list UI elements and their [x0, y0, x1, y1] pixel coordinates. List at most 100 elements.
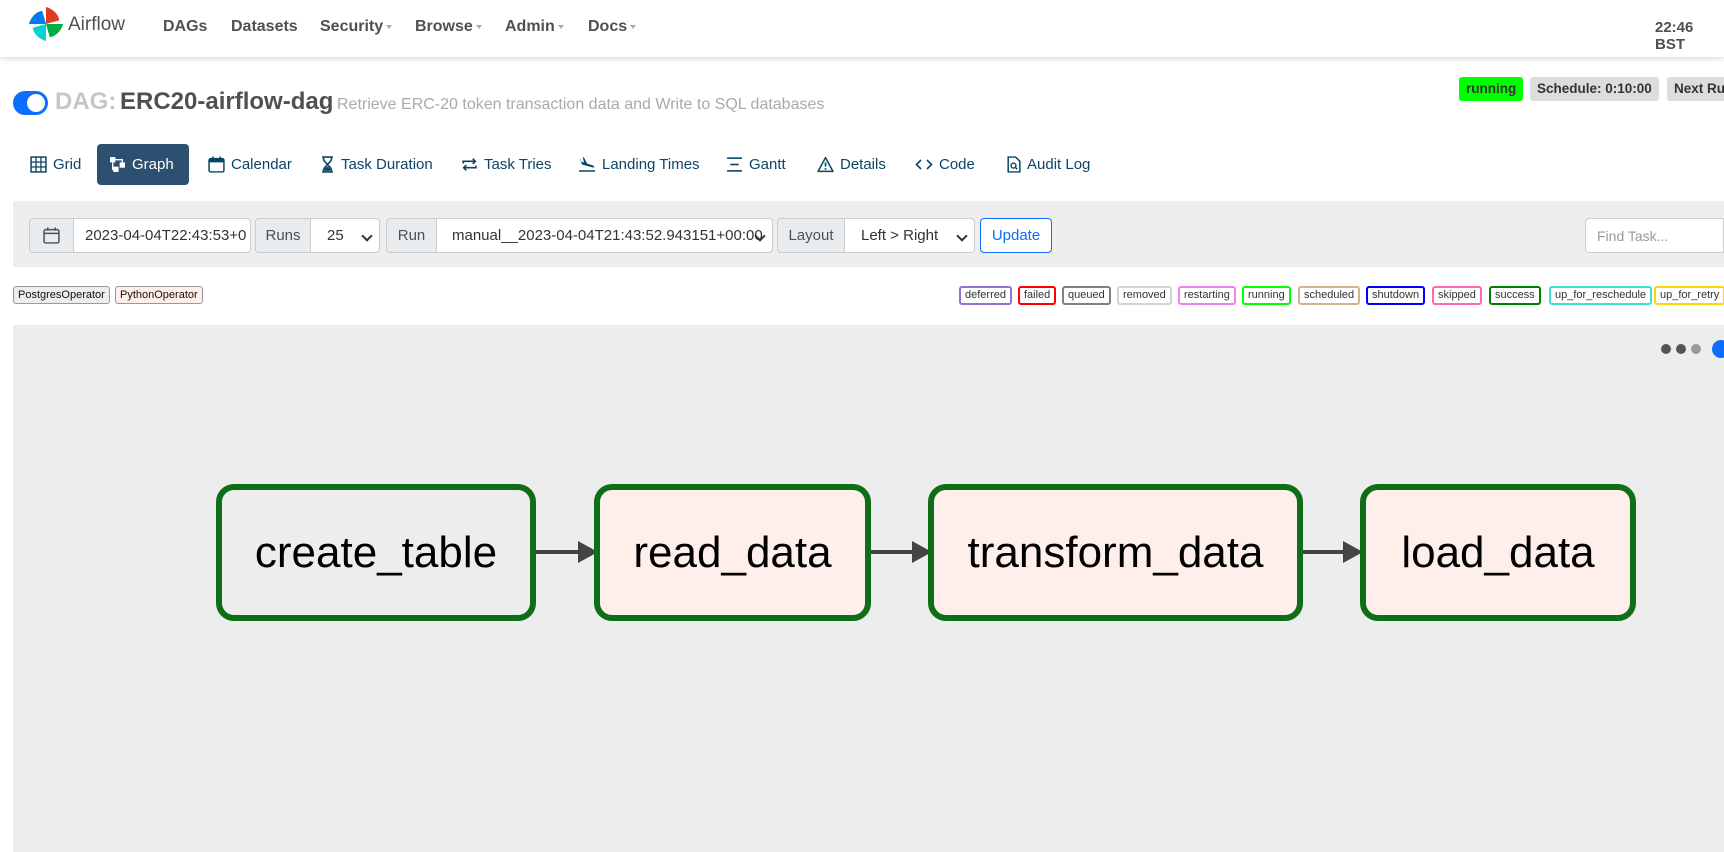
tab-details-label: Details [840, 156, 886, 173]
tab-audit-log[interactable]: Audit Log [994, 144, 1102, 185]
calendar-icon [43, 227, 60, 244]
nav-dags[interactable]: DAGs [163, 18, 207, 36]
chevron-down-icon [956, 230, 968, 242]
auto-refresh-indicator-icon[interactable] [1712, 340, 1724, 358]
brand-name[interactable]: Airflow [68, 14, 125, 36]
edge-create-table-read-data [534, 550, 580, 554]
chevron-down-icon [386, 24, 393, 29]
nav-docs-label: Docs [588, 18, 628, 35]
tab-task-duration[interactable]: Task Duration [308, 144, 445, 185]
task-node-load-data[interactable]: load_data [1360, 484, 1636, 621]
runs-select-value: 25 [327, 227, 344, 244]
nav-security-label: Security [320, 18, 384, 35]
task-node-label: read_data [633, 527, 832, 577]
state-legend-queued[interactable]: queued [1062, 286, 1111, 305]
tab-landing-times[interactable]: Landing Times [566, 144, 712, 185]
tab-calendar-label: Calendar [231, 156, 292, 173]
task-node-read-data[interactable]: read_data [594, 484, 871, 621]
task-node-label: transform_data [967, 527, 1264, 577]
nav-datasets[interactable]: Datasets [231, 18, 298, 36]
tab-grid[interactable]: Grid [18, 144, 93, 185]
layout-select[interactable]: Left > Right [844, 218, 975, 253]
warning-triangle-icon [817, 156, 834, 173]
operator-legend-postgres: PostgresOperator [13, 286, 110, 304]
graph-icon [110, 157, 125, 172]
tab-audit-log-label: Audit Log [1027, 156, 1091, 173]
task-node-label: create_table [254, 527, 498, 577]
state-legend-success[interactable]: success [1489, 286, 1541, 305]
base-date-input[interactable]: 2023-04-04T22:43:53+0 [73, 218, 251, 253]
tab-task-duration-label: Task Duration [341, 156, 433, 173]
tab-code[interactable]: Code [903, 144, 987, 185]
state-legend-shutdown[interactable]: shutdown [1366, 286, 1426, 305]
chevron-down-icon [557, 24, 564, 29]
state-legend-up-for-reschedule[interactable]: up_for_reschedule [1549, 286, 1653, 305]
top-navbar: Airflow DAGs Datasets Security Browse Ad… [0, 0, 1724, 57]
chevron-down-icon [361, 230, 373, 242]
grid-icon [30, 156, 47, 173]
edge-read-data-transform-data [869, 550, 914, 554]
clock[interactable]: 22:46 BST [1655, 19, 1724, 53]
tab-grid-label: Grid [53, 156, 82, 173]
layout-select-value: Left > Right [861, 227, 939, 244]
calendar-icon [208, 156, 225, 173]
loading-dot-icon [1691, 344, 1701, 354]
state-legend-scheduled[interactable]: scheduled [1298, 286, 1361, 305]
nav-security[interactable]: Security [320, 18, 393, 36]
code-icon [915, 159, 933, 170]
gantt-icon [727, 157, 742, 172]
nav-docs[interactable]: Docs [588, 18, 637, 36]
airflow-logo-icon[interactable] [27, 5, 65, 43]
tab-calendar[interactable]: Calendar [196, 144, 304, 185]
run-select-value: manual__2023-04-04T21:43:52.943151+00:00 [452, 227, 763, 244]
state-legend-running[interactable]: running [1242, 286, 1291, 305]
state-legend-deferred[interactable]: deferred [959, 286, 1012, 305]
run-select[interactable]: manual__2023-04-04T21:43:52.943151+00:00 [436, 218, 773, 253]
nav-admin-label: Admin [505, 18, 555, 35]
dag-description: Retrieve ERC-20 token transaction data a… [337, 96, 825, 113]
chevron-down-icon [475, 24, 482, 29]
state-legend-restarting[interactable]: restarting [1178, 286, 1236, 305]
tab-graph[interactable]: Graph [97, 144, 189, 185]
dag-id: ERC20-airflow-dag [120, 88, 334, 115]
hourglass-icon [322, 156, 333, 173]
loading-dot-icon [1661, 344, 1671, 354]
find-task-input[interactable]: Find Task... [1585, 218, 1724, 253]
layout-label: Layout [777, 218, 845, 253]
task-node-create-table[interactable]: create_table [216, 484, 536, 621]
state-legend-up-for-retry[interactable]: up_for_retry [1654, 286, 1724, 305]
run-label: Run [386, 218, 437, 253]
task-node-transform-data[interactable]: transform_data [928, 484, 1303, 621]
tab-gantt[interactable]: Gantt [714, 144, 798, 185]
plane-landing-icon [579, 157, 595, 172]
date-picker-button[interactable] [29, 218, 74, 253]
tab-code-label: Code [939, 156, 975, 173]
nav-browse-label: Browse [415, 18, 473, 35]
nav-browse[interactable]: Browse [415, 18, 482, 36]
schedule-badge: Schedule: 0:10:00 [1530, 77, 1659, 101]
loading-dot-icon [1676, 344, 1686, 354]
tab-details[interactable]: Details [805, 144, 898, 185]
state-legend-removed[interactable]: removed [1117, 286, 1172, 305]
runs-select[interactable]: 25 [310, 218, 380, 253]
tab-task-tries-label: Task Tries [484, 156, 552, 173]
chevron-down-icon [630, 24, 637, 29]
tab-landing-times-label: Landing Times [602, 156, 700, 173]
task-node-label: load_data [1401, 527, 1595, 577]
dag-state-badge: running [1459, 77, 1524, 101]
update-button[interactable]: Update [980, 218, 1052, 253]
tab-gantt-label: Gantt [749, 156, 786, 173]
state-legend-skipped[interactable]: skipped [1432, 286, 1482, 305]
state-legend-failed[interactable]: failed [1018, 286, 1057, 305]
next-run-badge: Next Ru [1667, 77, 1724, 101]
retry-icon [462, 158, 477, 171]
runs-label: Runs [255, 218, 311, 253]
tab-graph-label: Graph [132, 156, 174, 173]
edge-transform-data-load-data [1301, 550, 1345, 554]
graph-controls-bar: 2023-04-04T22:43:53+0 Runs 25 Run manual… [13, 201, 1724, 267]
tab-task-tries[interactable]: Task Tries [449, 144, 564, 185]
nav-admin[interactable]: Admin [505, 18, 564, 36]
dag-pause-toggle[interactable] [13, 91, 48, 115]
operator-legend-python: PythonOperator [115, 286, 203, 304]
file-search-icon [1007, 156, 1021, 173]
